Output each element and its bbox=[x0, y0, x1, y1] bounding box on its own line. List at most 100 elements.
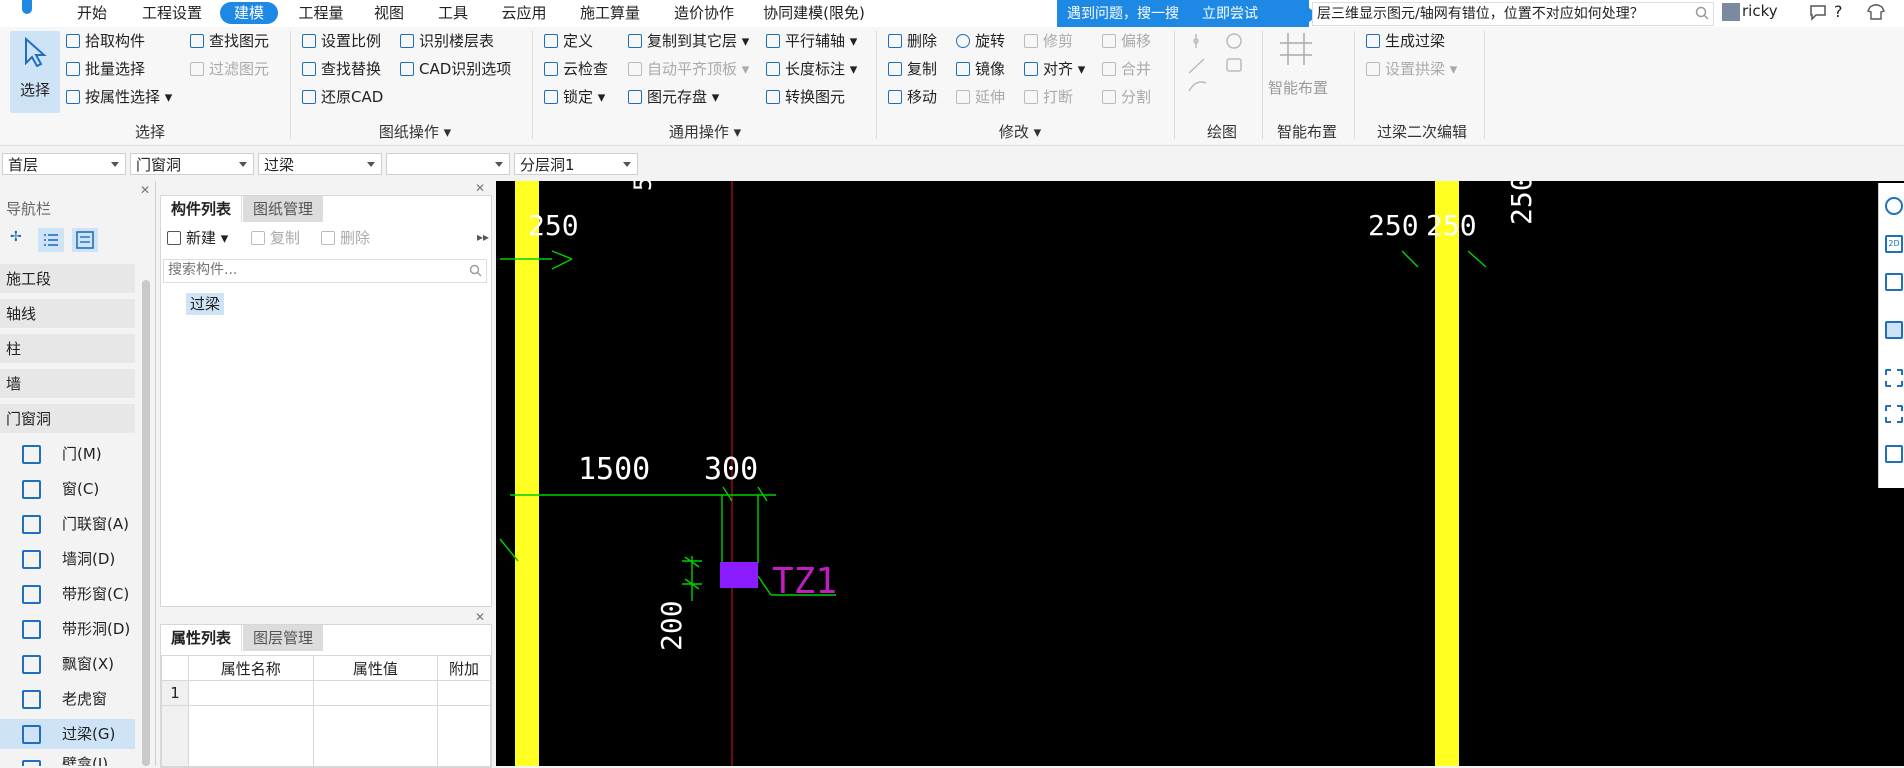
cloud-check-button[interactable]: 云检查 bbox=[544, 57, 608, 81]
nav-item-door-window[interactable]: 门联窗(A) bbox=[0, 509, 135, 539]
floor-select[interactable]: 首层 bbox=[2, 153, 126, 175]
chat-icon[interactable] bbox=[1808, 3, 1828, 21]
batch-select-button[interactable]: 批量选择 bbox=[66, 57, 145, 81]
nav-item-strip-window[interactable]: 带形窗(C) bbox=[0, 579, 135, 609]
nav-item-dormer[interactable]: 老虎窗 bbox=[0, 684, 135, 714]
close-icon[interactable]: ✕ bbox=[475, 181, 485, 195]
nav-scrollbar[interactable] bbox=[142, 280, 150, 766]
user-name[interactable]: ricky bbox=[1742, 2, 1778, 20]
mirror-button[interactable]: 镜像 bbox=[956, 57, 1005, 81]
length-dimension-button[interactable]: 长度标注 ▾ bbox=[766, 57, 857, 81]
column-right[interactable] bbox=[1435, 181, 1459, 766]
cad-drawing[interactable]: 250 250 250 250 1500 300 200 5 TZ1 bbox=[496, 181, 1904, 766]
auto-align-top-button[interactable]: 自动平齐顶板 ▾ bbox=[628, 57, 749, 81]
filter-element-button[interactable]: 过滤图元 bbox=[190, 57, 269, 81]
tab-modeling[interactable]: 建模 bbox=[220, 2, 278, 24]
more-icon[interactable]: ▸▸ bbox=[477, 230, 489, 244]
search-icon[interactable] bbox=[1695, 6, 1709, 20]
table-cell[interactable] bbox=[437, 680, 491, 706]
nav-category-active[interactable]: 门窗洞 bbox=[0, 404, 135, 434]
nav-item-window[interactable]: 窗(C) bbox=[0, 474, 135, 504]
table-cell[interactable] bbox=[187, 680, 314, 706]
box-select-icon[interactable] bbox=[1885, 369, 1903, 387]
merge-button[interactable]: 合并 bbox=[1102, 57, 1151, 81]
pin-icon[interactable]: ✢ bbox=[10, 229, 22, 245]
view-top-icon[interactable] bbox=[1885, 321, 1903, 339]
convert-element-button[interactable]: 转换图元 bbox=[766, 85, 845, 109]
find-replace-button[interactable]: 查找替换 bbox=[302, 57, 381, 81]
group-general-label[interactable]: 通用操作 ▾ bbox=[660, 121, 750, 142]
align-button[interactable]: 对齐 ▾ bbox=[1024, 57, 1085, 81]
view-3d-icon[interactable] bbox=[1885, 273, 1903, 291]
group-drawing-label[interactable]: 图纸操作 ▾ bbox=[370, 121, 460, 142]
type-select[interactable]: 过梁 bbox=[258, 153, 382, 175]
help-search[interactable] bbox=[1312, 2, 1714, 26]
nav-item-wall-opening[interactable]: 墙洞(D) bbox=[0, 544, 135, 574]
trim-button[interactable]: 修剪 bbox=[1024, 29, 1073, 53]
avatar[interactable] bbox=[1722, 3, 1740, 21]
list-view-icon[interactable] bbox=[38, 228, 64, 252]
identify-floor-table-button[interactable]: 识别楼层表 bbox=[400, 29, 494, 53]
generate-lintel-button[interactable]: 生成过梁 bbox=[1366, 29, 1445, 53]
nav-item-lintel[interactable]: 过梁(G) bbox=[0, 719, 135, 749]
nav-category[interactable]: 柱 bbox=[0, 334, 135, 364]
close-icon[interactable]: ✕ bbox=[475, 610, 485, 624]
save-element-button[interactable]: 图元存盘 ▾ bbox=[628, 85, 719, 109]
extend-button[interactable]: 延伸 bbox=[956, 85, 1005, 109]
tab-cost-collab[interactable]: 造价协作 bbox=[668, 2, 740, 24]
new-button[interactable]: 新建 ▾ bbox=[167, 226, 228, 250]
split-button[interactable]: 分割 bbox=[1102, 85, 1151, 109]
lintel-section[interactable] bbox=[720, 562, 758, 588]
view-2d-icon[interactable]: 2D bbox=[1885, 235, 1903, 253]
properties-view-icon[interactable] bbox=[1885, 445, 1903, 463]
component-search[interactable] bbox=[163, 259, 487, 283]
skin-icon[interactable] bbox=[1866, 3, 1886, 21]
offset-button[interactable]: 偏移 bbox=[1102, 29, 1151, 53]
help-icon[interactable]: ? bbox=[1834, 2, 1843, 21]
tab-collab-modeling[interactable]: 协同建模(限免) bbox=[760, 2, 868, 24]
copy-button[interactable]: 复制 bbox=[888, 57, 937, 81]
lintel-label[interactable]: TZ1 bbox=[772, 561, 837, 602]
set-scale-button[interactable]: 设置比例 bbox=[302, 29, 381, 53]
component-search-input[interactable] bbox=[164, 260, 462, 280]
break-button[interactable]: 打断 bbox=[1024, 85, 1073, 109]
delete-button[interactable]: 删除 bbox=[888, 29, 937, 53]
component-select[interactable] bbox=[386, 153, 510, 175]
tab-layer-management[interactable]: 图层管理 bbox=[243, 625, 324, 651]
help-search-input[interactable] bbox=[1313, 3, 1681, 23]
tab-project-settings[interactable]: 工程设置 bbox=[136, 2, 208, 24]
layer-select[interactable]: 分层洞1 bbox=[514, 153, 638, 175]
find-element-button[interactable]: 查找图元 bbox=[190, 29, 269, 53]
restore-cad-button[interactable]: 还原CAD bbox=[302, 85, 383, 109]
category-select[interactable]: 门窗洞 bbox=[130, 153, 254, 175]
cube-view-icon[interactable] bbox=[1885, 405, 1903, 423]
pick-component-button[interactable]: 拾取构件 bbox=[66, 29, 145, 53]
detail-view-icon[interactable] bbox=[72, 228, 98, 252]
cad-options-button[interactable]: CAD识别选项 bbox=[400, 57, 511, 81]
column-left[interactable] bbox=[515, 181, 539, 766]
group-modify-label[interactable]: 修改 ▾ bbox=[990, 121, 1050, 142]
try-now-button[interactable]: 立即尝试 bbox=[1202, 3, 1258, 23]
copy-to-other-floor-button[interactable]: 复制到其它层 ▾ bbox=[628, 29, 749, 53]
tab-tools[interactable]: 工具 bbox=[434, 2, 472, 24]
nav-item-strip-opening[interactable]: 带形洞(D) bbox=[0, 614, 135, 644]
nav-category[interactable]: 施工段 bbox=[0, 264, 135, 294]
draw-tools[interactable] bbox=[1184, 31, 1254, 111]
smart-layout-button[interactable]: 智能布置 bbox=[1266, 77, 1330, 98]
parallel-axis-button[interactable]: 平行辅轴 ▾ bbox=[766, 29, 857, 53]
close-icon[interactable]: ✕ bbox=[140, 183, 150, 197]
tab-component-list[interactable]: 构件列表 bbox=[161, 196, 243, 222]
move-button[interactable]: 移动 bbox=[888, 85, 937, 109]
table-cell[interactable] bbox=[312, 680, 439, 706]
tab-start[interactable]: 开始 bbox=[70, 2, 114, 24]
select-by-attribute-button[interactable]: 按属性选择 ▾ bbox=[66, 85, 172, 109]
nav-category[interactable]: 墙 bbox=[0, 369, 135, 399]
view-orbit-icon[interactable] bbox=[1885, 197, 1903, 215]
component-item[interactable]: 过梁 bbox=[186, 293, 225, 315]
tab-drawing-management[interactable]: 图纸管理 bbox=[243, 196, 324, 222]
nav-item-niche[interactable]: 壁龛(I) bbox=[0, 754, 135, 766]
set-arch-beam-button[interactable]: 设置拱梁 ▾ bbox=[1366, 57, 1457, 81]
tab-view[interactable]: 视图 bbox=[370, 2, 408, 24]
tab-construction-calc[interactable]: 施工算量 bbox=[574, 2, 646, 24]
rotate-button[interactable]: 旋转 bbox=[956, 29, 1005, 53]
